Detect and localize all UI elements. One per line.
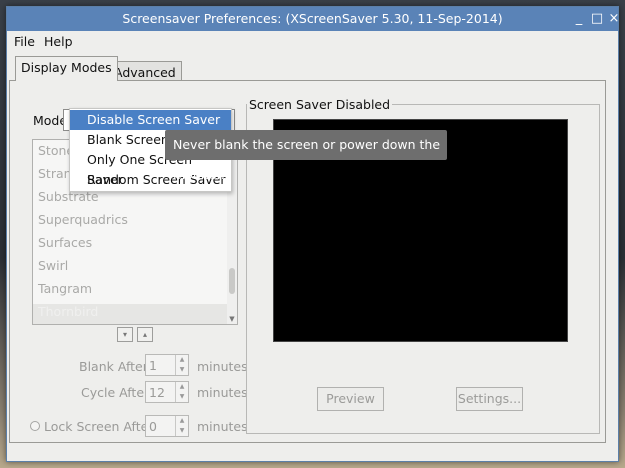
lock-screen-checkbox[interactable] bbox=[30, 421, 40, 431]
close-button[interactable]: × bbox=[605, 10, 623, 28]
blank-after-label: Blank After bbox=[79, 359, 148, 374]
tab-display-modes[interactable]: Display Modes bbox=[15, 56, 118, 81]
maximize-button[interactable]: □ bbox=[588, 10, 606, 28]
chevron-up-icon[interactable]: ▲ bbox=[176, 355, 188, 365]
mode-tooltip: Never blank the screen or power down the… bbox=[165, 130, 447, 182]
spinner-arrows[interactable]: ▲ ▼ bbox=[175, 416, 188, 436]
lock-screen-unit: minutes bbox=[197, 419, 248, 434]
previous-saver-button[interactable]: ▴ bbox=[137, 327, 153, 342]
chevron-up-icon[interactable]: ▲ bbox=[176, 382, 188, 392]
list-item[interactable]: Surfaces bbox=[38, 235, 92, 250]
cycle-after-spinner[interactable]: 12 ▲ ▼ bbox=[145, 381, 189, 403]
chevron-down-icon[interactable]: ▼ bbox=[176, 392, 188, 402]
menu-help[interactable]: Help bbox=[44, 34, 73, 49]
menu-bar: File Help bbox=[7, 31, 618, 53]
list-item[interactable]: Swirl bbox=[38, 258, 68, 273]
list-item[interactable]: Tangram bbox=[38, 281, 92, 296]
cycle-after-value: 12 bbox=[149, 385, 165, 400]
scroll-down-icon[interactable]: ▼ bbox=[227, 314, 237, 324]
cycle-after-unit: minutes bbox=[197, 385, 248, 400]
lock-screen-label: Lock Screen After bbox=[44, 419, 154, 434]
spinner-arrows[interactable]: ▲ ▼ bbox=[175, 382, 188, 402]
settings-button[interactable]: Settings... bbox=[456, 387, 523, 411]
cycle-after-label: Cycle After bbox=[81, 385, 150, 400]
chevron-down-icon[interactable]: ▼ bbox=[176, 426, 188, 436]
window-title: Screensaver Preferences: (XScreenSaver 5… bbox=[122, 11, 503, 26]
chevron-down-icon[interactable]: ▼ bbox=[176, 365, 188, 375]
preview-group-label: Screen Saver Disabled bbox=[247, 97, 393, 112]
next-saver-button[interactable]: ▾ bbox=[117, 327, 133, 342]
scrollbar-thumb[interactable] bbox=[229, 268, 235, 294]
chevron-up-icon[interactable]: ▲ bbox=[176, 416, 188, 426]
blank-after-value: 1 bbox=[149, 358, 157, 373]
blank-after-unit: minutes bbox=[197, 359, 248, 374]
blank-after-spinner[interactable]: 1 ▲ ▼ bbox=[145, 354, 189, 376]
menu-file[interactable]: File bbox=[14, 34, 35, 49]
spinner-arrows[interactable]: ▲ ▼ bbox=[175, 355, 188, 375]
lock-screen-spinner[interactable]: 0 ▲ ▼ bbox=[145, 415, 189, 437]
title-bar[interactable]: Screensaver Preferences: (XScreenSaver 5… bbox=[7, 7, 619, 31]
mode-option-disable[interactable]: Disable Screen Saver bbox=[70, 110, 231, 130]
preview-button[interactable]: Preview bbox=[317, 387, 384, 411]
list-item-selected[interactable]: Thornbird bbox=[33, 304, 228, 324]
list-item[interactable]: Superquadrics bbox=[38, 212, 128, 227]
minimize-button[interactable]: _ bbox=[570, 10, 588, 28]
lock-screen-value: 0 bbox=[149, 419, 157, 434]
